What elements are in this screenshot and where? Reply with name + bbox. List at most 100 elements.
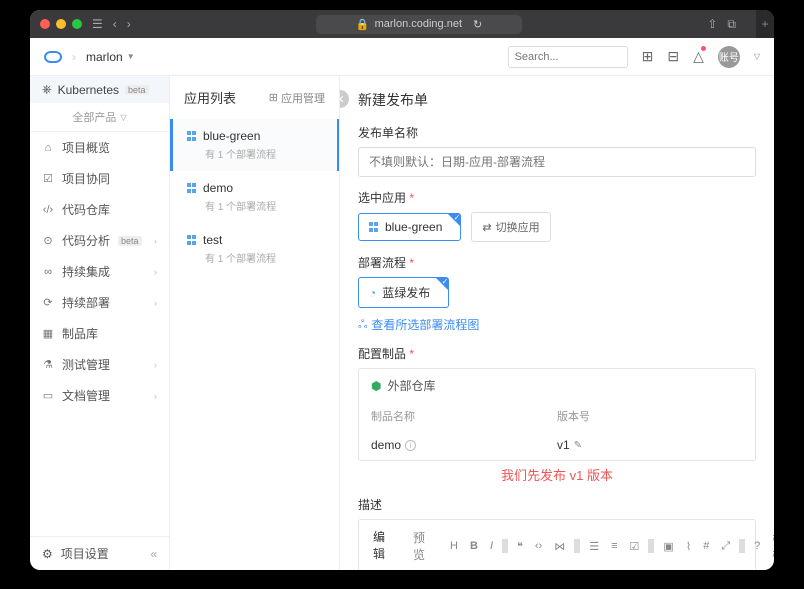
package-icon: ▦ [42, 327, 54, 340]
sidebar-item-overview[interactable]: ⌂项目概览 [30, 132, 169, 163]
nav-back-icon[interactable]: ‹ [113, 17, 117, 31]
url-bar[interactable]: 🔒 marlon.coding.net ↻ [316, 15, 522, 34]
bold-icon[interactable]: B [467, 538, 481, 554]
reload-icon[interactable]: ↻ [473, 18, 482, 31]
selected-pipeline-chip[interactable]: ◔ 蓝绿发布 ✓ [358, 277, 449, 308]
app-header: › marlon ▼ ⊞ ⊟ △ 账号 ▽ [30, 38, 774, 76]
home-icon: ⌂ [42, 142, 54, 154]
sidebar-item-test[interactable]: ⚗测试管理› [30, 349, 169, 380]
selected-app-chip[interactable]: blue-green ✓ [358, 213, 461, 241]
deploy-icon: ⟳ [42, 296, 54, 309]
collapse-icon[interactable]: « [150, 547, 157, 561]
minimize-window[interactable] [56, 19, 66, 29]
link-icon[interactable]: ⋈ [551, 538, 568, 555]
sidebar-toggle-icon[interactable]: ☰ [92, 17, 103, 31]
pipeline-icon: ◔ [369, 286, 376, 300]
app-icon [369, 222, 379, 232]
new-tab-button[interactable]: + [756, 10, 774, 38]
editor-toolbar: H B I ❝ ‹› ⋈ ☰ ≡ ☑ ▣ ⌇ # ⤢ [439, 528, 774, 564]
bell-icon[interactable]: △ [693, 48, 704, 65]
tab-edit[interactable]: 编辑 [359, 520, 399, 570]
scan-icon: ⊙ [42, 234, 54, 247]
sidebar-item-collab[interactable]: ☑项目协同 [30, 163, 169, 194]
italic-icon[interactable]: I [487, 538, 496, 554]
quote-icon[interactable]: ❝ [514, 538, 526, 555]
name-label: 发布单名称 [358, 124, 756, 141]
app-item-test[interactable]: test 有 1 个部署流程 [170, 223, 339, 275]
chevron-down-icon: ▽ [120, 113, 126, 122]
chevron-right-icon: › [154, 298, 157, 308]
artifact-table: ⬢外部仓库 制品名称 版本号 demo i v1 ✎ [358, 368, 756, 461]
expand-icon[interactable]: ⤢ [718, 538, 733, 555]
app-item-blue-green[interactable]: blue-green 有 1 个部署流程 [170, 119, 339, 171]
app-mgmt-link[interactable]: ⊞应用管理 [269, 90, 325, 106]
artifact-version-cell[interactable]: v1 ✎ [557, 438, 743, 452]
grid-icon[interactable]: ⊞ [642, 48, 654, 65]
maximize-window[interactable] [72, 19, 82, 29]
repo-icon: ⬢ [371, 379, 381, 393]
col-name: 制品名称 [371, 408, 557, 424]
image-icon[interactable]: ▣ [660, 538, 676, 555]
chevron-down-icon: ▼ [127, 52, 135, 61]
template-button[interactable]: 模板 [769, 528, 774, 564]
edit-icon[interactable]: ✎ [574, 440, 582, 451]
sidebar-item-settings[interactable]: ⚙ 项目设置 « [30, 536, 169, 570]
sidebar-all-products[interactable]: 全部产品 ▽ [30, 103, 169, 132]
beta-badge: beta [125, 85, 149, 95]
info-icon[interactable]: i [405, 440, 416, 451]
url-text: marlon.coding.net [375, 18, 462, 30]
code-icon: ‹/› [42, 204, 54, 216]
inbox-icon[interactable]: ⊟ [667, 48, 679, 65]
swap-icon: ⇄ [482, 221, 491, 234]
code-icon[interactable]: ‹› [532, 538, 545, 554]
lock-icon: 🔒 [356, 18, 370, 31]
sidebar-item-cd[interactable]: ⟳持续部署› [30, 287, 169, 318]
search-input[interactable] [508, 46, 628, 68]
beta-badge: beta [118, 236, 142, 246]
chevron-right-icon: › [154, 236, 157, 246]
chevron-right-icon: › [154, 267, 157, 277]
close-window[interactable] [40, 19, 50, 29]
kubernetes-icon: ⎈ [42, 82, 52, 97]
main-form: ✕ 新建发布单 发布单名称 选中应用 * blue-green ✓ ⇄ 切换应用… [340, 76, 774, 570]
project-crumb[interactable]: marlon ▼ [86, 50, 135, 64]
task-icon[interactable]: ☑ [627, 538, 643, 555]
close-icon[interactable]: ✕ [340, 90, 349, 108]
app-icon [187, 235, 197, 245]
flow-icon: ஃ [358, 317, 367, 333]
app-icon [187, 131, 197, 141]
logo-icon[interactable] [44, 51, 62, 63]
chevron-right-icon: › [154, 360, 157, 370]
grid-icon: ⊞ [269, 91, 278, 104]
chevron-down-icon[interactable]: ▽ [754, 52, 760, 61]
heading-icon[interactable]: H [447, 538, 461, 554]
help-icon[interactable]: ? [751, 538, 763, 554]
artifact-label: 配置制品 * [358, 345, 756, 362]
attach-icon[interactable]: ⌇ [683, 538, 694, 555]
tabs-icon[interactable]: ⧉ [727, 17, 736, 32]
ol-icon[interactable]: ≡ [608, 538, 620, 554]
sidebar: ⎈ Kubernetes beta 全部产品 ▽ ⌂项目概览 ☑项目协同 ‹/›… [30, 76, 170, 570]
tab-preview[interactable]: 预览 [399, 521, 439, 570]
view-pipeline-link[interactable]: ஃ 查看所选部署流程图 [358, 316, 756, 333]
sidebar-item-analysis[interactable]: ⊙代码分析beta› [30, 225, 169, 256]
browser-titlebar: ☰ ‹ › 🔒 marlon.coding.net ↻ ⇧ ⧉ + [30, 10, 774, 38]
flask-icon: ⚗ [42, 358, 54, 371]
app-list-title: 应用列表 [184, 88, 236, 107]
sidebar-item-code[interactable]: ‹/›代码仓库 [30, 194, 169, 225]
share-icon[interactable]: ⇧ [707, 17, 717, 31]
app-item-demo[interactable]: demo 有 1 个部署流程 [170, 171, 339, 223]
sidebar-item-ci[interactable]: ∞持续集成› [30, 256, 169, 287]
sidebar-item-kubernetes[interactable]: ⎈ Kubernetes beta [30, 76, 169, 103]
sidebar-item-artifacts[interactable]: ▦制品库 [30, 318, 169, 349]
ul-icon[interactable]: ☰ [586, 538, 602, 555]
form-title: 新建发布单 [358, 90, 756, 110]
avatar[interactable]: 账号 [718, 46, 740, 68]
sidebar-item-docs[interactable]: ▭文档管理› [30, 380, 169, 411]
release-name-input[interactable] [358, 147, 756, 177]
switch-app-button[interactable]: ⇄ 切换应用 [471, 212, 550, 242]
hash-icon[interactable]: # [700, 538, 712, 554]
doc-icon: ▭ [42, 389, 54, 402]
gear-icon: ⚙ [42, 547, 53, 561]
pipeline-label: 部署流程 * [358, 254, 756, 271]
